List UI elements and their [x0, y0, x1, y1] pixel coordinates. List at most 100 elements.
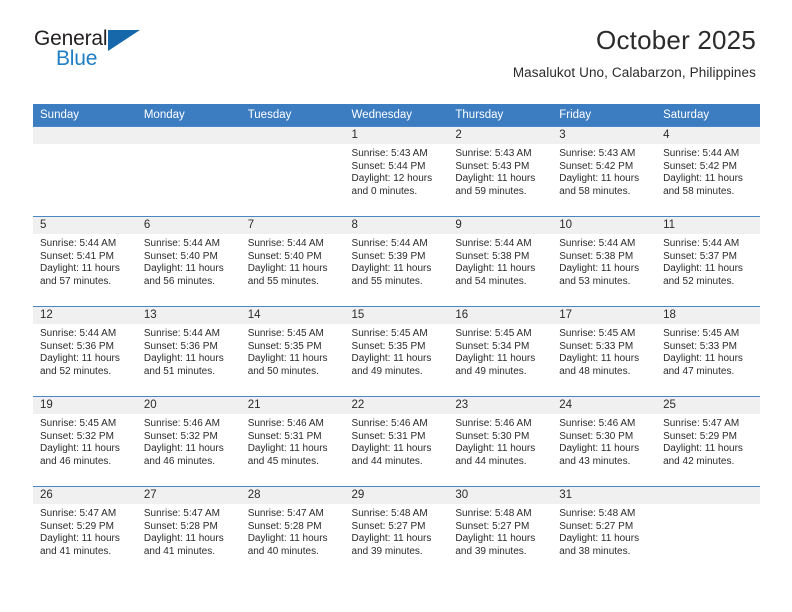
day-cell-inner — [656, 487, 760, 577]
page-subtitle: Masalukot Uno, Calabarzon, Philippines — [512, 65, 756, 80]
calendar-day-cell[interactable]: 8 Sunrise: 5:44 AM Sunset: 5:39 PM Daylight… — [344, 216, 449, 307]
page-title: October 2025 — [596, 25, 756, 55]
calendar-day-cell[interactable]: 13 Sunrise: 5:44 AM Sunset: 5:36 PM Dayligh… — [136, 306, 241, 397]
calendar-day-cell[interactable]: 11 Sunrise: 5:44 AM Sunset: 5:37 PM Dayligh… — [656, 216, 760, 307]
day-cell-inner: 10 Sunrise: 5:44 AM Sunset: 5:38 PM Dayligh… — [552, 217, 657, 306]
calendar-day-cell[interactable]: 28 Sunrise: 5:47 AM Sunset: 5:28 PM Dayligh… — [240, 486, 345, 577]
day-number: 29 — [344, 487, 449, 504]
calendar-day-cell[interactable]: 30 Sunrise: 5:48 AM Sunset: 5:27 PM Dayligh… — [448, 486, 553, 577]
day-cell-inner: 16 Sunrise: 5:45 AM Sunset: 5:34 PM Dayligh… — [448, 307, 553, 396]
daylight-text-line2: and 43 minutes. — [559, 455, 631, 467]
day-cell-inner: 3 Sunrise: 5:43 AM Sunset: 5:42 PM Daylight… — [552, 127, 657, 216]
day-cell-inner: 30 Sunrise: 5:48 AM Sunset: 5:27 PM Dayligh… — [448, 487, 553, 577]
calendar-day-cell[interactable]: 18 Sunrise: 5:45 AM Sunset: 5:33 PM Dayligh… — [656, 306, 760, 397]
calendar-day-cell[interactable]: 26 Sunrise: 5:47 AM Sunset: 5:29 PM Dayligh… — [33, 486, 137, 577]
day-cell-details: Sunrise: 5:48 AM Sunset: 5:27 PM Daylight:… — [552, 504, 656, 558]
calendar-day-cell[interactable]: 1 Sunrise: 5:43 AM Sunset: 5:44 PM Daylight… — [344, 126, 449, 217]
calendar-day-cell[interactable]: 24 Sunrise: 5:46 AM Sunset: 5:30 PM Dayligh… — [552, 396, 657, 487]
sunset-text: Sunset: 5:37 PM — [663, 250, 737, 262]
daylight-text-line2: and 52 minutes. — [663, 275, 735, 287]
calendar-day-cell-empty — [136, 126, 241, 217]
calendar-day-cell-empty — [656, 486, 760, 577]
day-cell-inner: 23 Sunrise: 5:46 AM Sunset: 5:30 PM Dayligh… — [448, 397, 553, 486]
daylight-text-line1: Daylight: 11 hours — [663, 353, 743, 365]
day-number: 10 — [552, 217, 657, 234]
calendar-day-cell-empty — [240, 126, 345, 217]
day-number: 11 — [656, 217, 760, 234]
calendar-week-row: 26 Sunrise: 5:47 AM Sunset: 5:29 PM Dayligh… — [33, 486, 760, 577]
day-number: 28 — [240, 487, 345, 504]
calendar-day-cell[interactable]: 10 Sunrise: 5:44 AM Sunset: 5:38 PM Dayligh… — [552, 216, 657, 307]
calendar-day-cell[interactable]: 3 Sunrise: 5:43 AM Sunset: 5:42 PM Daylight… — [552, 126, 657, 217]
calendar-day-cell[interactable]: 2 Sunrise: 5:43 AM Sunset: 5:43 PM Daylight… — [448, 126, 553, 217]
calendar-day-cell[interactable]: 6 Sunrise: 5:44 AM Sunset: 5:40 PM Daylight… — [136, 216, 241, 307]
sunset-text: Sunset: 5:32 PM — [40, 430, 114, 442]
daylight-text-line1: Daylight: 11 hours — [351, 353, 432, 365]
daylight-text-line2: and 42 minutes. — [663, 455, 735, 467]
page-header: General Blue October 2025 Masalukot Uno,… — [0, 0, 792, 80]
day-cell-details: Sunrise: 5:45 AM Sunset: 5:32 PM Daylight:… — [33, 414, 137, 468]
calendar-day-cell[interactable]: 25 Sunrise: 5:47 AM Sunset: 5:29 PM Dayligh… — [656, 396, 760, 487]
day-cell-details — [241, 144, 345, 148]
calendar-day-cell[interactable]: 29 Sunrise: 5:48 AM Sunset: 5:27 PM Dayligh… — [344, 486, 449, 577]
daylight-text-line2: and 40 minutes. — [247, 545, 319, 557]
calendar-day-cell[interactable]: 16 Sunrise: 5:45 AM Sunset: 5:34 PM Dayligh… — [448, 306, 553, 397]
calendar-header-row: Sunday Monday Tuesday Wednesday Thursday… — [33, 104, 760, 127]
daylight-text-line2: and 50 minutes. — [247, 365, 319, 377]
sunset-text: Sunset: 5:36 PM — [143, 340, 218, 352]
sunrise-text: Sunrise: 5:43 AM — [559, 148, 636, 159]
calendar-day-cell[interactable]: 17 Sunrise: 5:45 AM Sunset: 5:33 PM Dayligh… — [552, 306, 657, 397]
calendar-day-cell[interactable]: 9 Sunrise: 5:44 AM Sunset: 5:38 PM Daylight… — [448, 216, 553, 307]
daylight-text-line1: Daylight: 12 hours — [351, 173, 433, 185]
day-cell-inner — [33, 127, 137, 216]
sunset-text: Sunset: 5:35 PM — [351, 340, 426, 352]
daylight-text-line1: Daylight: 11 hours — [40, 263, 120, 275]
calendar-week-row: 5 Sunrise: 5:44 AM Sunset: 5:41 PM Daylight… — [33, 216, 760, 307]
calendar-day-cell[interactable]: 7 Sunrise: 5:44 AM Sunset: 5:40 PM Daylight… — [240, 216, 345, 307]
day-number: 18 — [656, 307, 760, 324]
day-number: 20 — [136, 397, 241, 414]
calendar-day-cell[interactable]: 4 Sunrise: 5:44 AM Sunset: 5:42 PM Daylight… — [656, 126, 760, 217]
daylight-text-line1: Daylight: 11 hours — [351, 263, 432, 275]
day-cell-inner: 12 Sunrise: 5:44 AM Sunset: 5:36 PM Dayligh… — [33, 307, 137, 396]
sunrise-text: Sunrise: 5:43 AM — [351, 148, 428, 159]
calendar-week-row: 1 Sunrise: 5:43 AM Sunset: 5:44 PM Daylight… — [33, 126, 760, 217]
weekday-header-saturday: Saturday — [656, 104, 760, 127]
day-number: 23 — [448, 397, 553, 414]
daylight-text-line2: and 44 minutes. — [455, 455, 527, 467]
calendar-day-cell[interactable]: 21 Sunrise: 5:46 AM Sunset: 5:31 PM Dayligh… — [240, 396, 345, 487]
day-number: 9 — [448, 217, 553, 234]
calendar-day-cell[interactable]: 19 Sunrise: 5:45 AM Sunset: 5:32 PM Dayligh… — [33, 396, 137, 487]
day-cell-details: Sunrise: 5:44 AM Sunset: 5:42 PM Daylight:… — [656, 144, 760, 198]
calendar-day-cell[interactable]: 31 Sunrise: 5:48 AM Sunset: 5:27 PM Dayligh… — [552, 486, 657, 577]
day-number: 19 — [33, 397, 137, 414]
day-cell-details: Sunrise: 5:45 AM Sunset: 5:33 PM Daylight:… — [552, 324, 656, 378]
daylight-text-line2: and 55 minutes. — [351, 275, 423, 287]
calendar-day-cell[interactable]: 14 Sunrise: 5:45 AM Sunset: 5:35 PM Dayligh… — [240, 306, 345, 397]
generalblue-logo[interactable]: General Blue — [34, 28, 154, 76]
calendar-day-cell[interactable]: 15 Sunrise: 5:45 AM Sunset: 5:35 PM Dayligh… — [344, 306, 449, 397]
sunset-text: Sunset: 5:35 PM — [247, 340, 322, 352]
daylight-text-line1: Daylight: 11 hours — [247, 533, 328, 545]
day-cell-details: Sunrise: 5:47 AM Sunset: 5:29 PM Daylight:… — [656, 414, 760, 468]
daylight-text-line1: Daylight: 11 hours — [559, 263, 640, 275]
day-number — [240, 127, 345, 144]
day-cell-inner: 17 Sunrise: 5:45 AM Sunset: 5:33 PM Dayligh… — [552, 307, 657, 396]
day-cell-details: Sunrise: 5:45 AM Sunset: 5:35 PM Daylight:… — [345, 324, 449, 378]
daylight-text-line1: Daylight: 11 hours — [455, 173, 536, 185]
sunrise-text: Sunrise: 5:44 AM — [351, 238, 428, 249]
calendar-day-cell[interactable]: 20 Sunrise: 5:46 AM Sunset: 5:32 PM Dayligh… — [136, 396, 241, 487]
day-cell-inner: 6 Sunrise: 5:44 AM Sunset: 5:40 PM Daylight… — [136, 217, 241, 306]
sunrise-text: Sunrise: 5:43 AM — [455, 148, 532, 159]
calendar-day-cell[interactable]: 5 Sunrise: 5:44 AM Sunset: 5:41 PM Daylight… — [33, 216, 137, 307]
daylight-text-line2: and 41 minutes. — [40, 545, 112, 557]
sunset-text: Sunset: 5:44 PM — [351, 160, 426, 172]
day-cell-inner: 29 Sunrise: 5:48 AM Sunset: 5:27 PM Dayligh… — [344, 487, 449, 577]
sunset-text: Sunset: 5:27 PM — [559, 520, 634, 532]
calendar-day-cell[interactable]: 12 Sunrise: 5:44 AM Sunset: 5:36 PM Dayligh… — [33, 306, 137, 397]
calendar-day-cell[interactable]: 27 Sunrise: 5:47 AM Sunset: 5:28 PM Dayligh… — [136, 486, 241, 577]
calendar-day-cell[interactable]: 23 Sunrise: 5:46 AM Sunset: 5:30 PM Dayligh… — [448, 396, 553, 487]
calendar-day-cell[interactable]: 22 Sunrise: 5:46 AM Sunset: 5:31 PM Dayligh… — [344, 396, 449, 487]
daylight-text-line2: and 47 minutes. — [663, 365, 735, 377]
day-cell-inner: 21 Sunrise: 5:46 AM Sunset: 5:31 PM Dayligh… — [240, 397, 345, 486]
